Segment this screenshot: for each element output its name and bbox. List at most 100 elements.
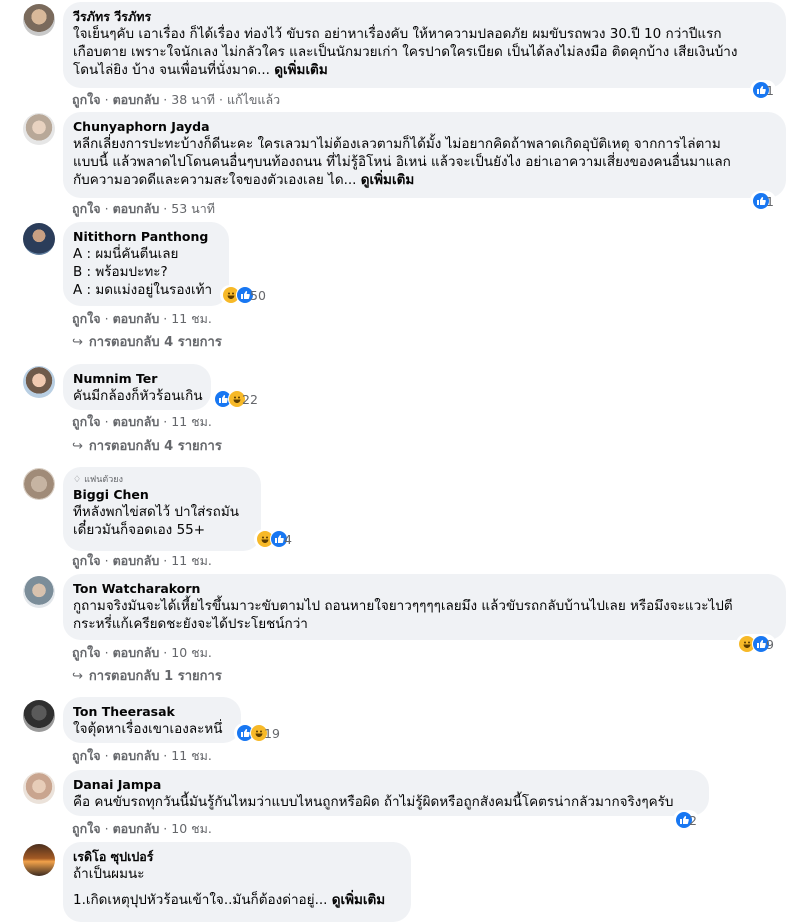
like-button[interactable]: ถูกใจ [72, 311, 101, 326]
reaction-summary[interactable]: 50 [220, 285, 268, 305]
like-button[interactable]: ถูกใจ [72, 645, 101, 660]
comment-text: A : มดแม่งอยู่ในรองเท้า [73, 282, 213, 298]
comment-bubble: วีรภัทร วีรภัทร ใจเย็นๆคับ เอาเรื่อง ก็ไ… [63, 2, 786, 88]
reply-button[interactable]: ตอบกลับ [113, 821, 160, 836]
avatar[interactable] [23, 4, 55, 36]
avatar[interactable] [23, 366, 55, 398]
comment-bubble: Nitithorn Panthong A : ผมนี่คันตีนเลย B … [63, 222, 229, 306]
like-button[interactable]: ถูกใจ [72, 201, 101, 216]
commenter-name[interactable]: Ton Theerasak [73, 704, 229, 720]
comment-text-truncated: โดนไล่ยิง บ้าง จนเพื่อนที่นั่งมาด... [73, 62, 270, 78]
separator: · [163, 645, 168, 660]
separator: · [104, 748, 109, 763]
reaction-count: 4 [284, 531, 292, 547]
reaction-count: 19 [264, 725, 280, 741]
separator: · [104, 201, 109, 216]
reaction-summary[interactable]: 22 [212, 389, 260, 409]
commenter-name[interactable]: เรดิโอ ซุปเปอร์ [73, 849, 399, 865]
reaction-count: 2 [689, 812, 697, 828]
comment-text: คันมีกล้องก็หัวร้อนเกิน [73, 388, 203, 404]
commenter-name[interactable]: Numnim Ter [73, 371, 199, 387]
comment-actions: ถูกใจ · ตอบกลับ · 10 ชม. [72, 645, 212, 661]
reaction-summary[interactable]: 2 [673, 810, 699, 830]
like-button[interactable]: ถูกใจ [72, 748, 101, 763]
reply-button[interactable]: ตอบกลับ [113, 645, 160, 660]
timestamp[interactable]: 10 ชม. [171, 821, 212, 836]
reaction-summary[interactable]: 1 [750, 80, 776, 100]
comment-bubble: ♢ แฟนตัวยง Biggi Chen ทีหลังพกไข่สดไว้ ปา… [63, 467, 261, 551]
timestamp[interactable]: 53 นาที [171, 201, 215, 216]
reply-button[interactable]: ตอบกลับ [113, 748, 160, 763]
comment-text: ถ้าเป็นผมนะ [73, 866, 145, 882]
timestamp[interactable]: 10 ชม. [171, 645, 212, 660]
comment-actions: ถูกใจ · ตอบกลับ · 10 ชม. [72, 821, 212, 837]
separator: · [163, 92, 168, 107]
reply-button[interactable]: ตอบกลับ [113, 311, 160, 326]
reply-arrow-icon: ↪ [72, 669, 83, 684]
separator: · [104, 821, 109, 836]
reply-button[interactable]: ตอบกลับ [113, 553, 160, 568]
separator: · [104, 553, 109, 568]
reaction-count: 22 [242, 391, 258, 407]
view-replies-link[interactable]: ↪ การตอบกลับ 4 รายการ [72, 334, 222, 352]
comment-text: B : พร้อมปะทะ? [73, 264, 168, 280]
commenter-name[interactable]: Biggi Chen [73, 487, 249, 503]
avatar[interactable] [23, 113, 55, 145]
like-button[interactable]: ถูกใจ [72, 553, 101, 568]
replies-count: การตอบกลับ 4 รายการ [88, 439, 222, 454]
separator: · [163, 414, 168, 429]
comment-bubble: เรดิโอ ซุปเปอร์ ถ้าเป็นผมนะ 1.เกิดเหตุปุ… [63, 842, 411, 922]
comment-text: เกือบตาย เพราะใจนักเลง ไม่กลัวใคร และเป็… [73, 44, 738, 60]
separator: · [104, 311, 109, 326]
see-more-link[interactable]: ดูเพิ่มเติม [332, 892, 385, 908]
replies-count: การตอบกลับ 1 รายการ [88, 669, 222, 684]
reaction-count: 50 [250, 287, 266, 303]
comment-text: ใจตุ้ดหาเรื่องเขาเองละหนึ่ [73, 721, 223, 737]
reply-arrow-icon: ↪ [72, 335, 83, 350]
top-fan-badge: ♢ แฟนตัวยง [73, 474, 249, 486]
comment-actions: ถูกใจ · ตอบกลับ · 11 ชม. [72, 553, 212, 569]
see-more-link[interactable]: ดูเพิ่มเติม [361, 172, 414, 188]
separator: · [163, 821, 168, 836]
avatar[interactable] [23, 468, 55, 500]
comment-text: ใจเย็นๆคับ เอาเรื่อง ก็ได้เรื่อง ท่องไว้… [73, 26, 722, 42]
timestamp[interactable]: 11 ชม. [171, 311, 212, 326]
timestamp[interactable]: 11 ชม. [171, 748, 212, 763]
separator: · [163, 553, 168, 568]
reaction-summary[interactable]: 4 [254, 529, 294, 549]
like-button[interactable]: ถูกใจ [72, 92, 101, 107]
comment-actions: ถูกใจ · ตอบกลับ · 11 ชม. [72, 414, 212, 430]
avatar[interactable] [23, 844, 55, 876]
reaction-summary[interactable]: 9 [736, 634, 776, 654]
separator: · [163, 311, 168, 326]
like-button[interactable]: ถูกใจ [72, 414, 101, 429]
reaction-summary[interactable]: 19 [234, 723, 282, 743]
view-replies-link[interactable]: ↪ การตอบกลับ 1 รายการ [72, 668, 222, 686]
comment-text-truncated: กับความอวดดีและความสะใจของตัวเองเลย ได..… [73, 172, 357, 188]
reply-button[interactable]: ตอบกลับ [113, 201, 160, 216]
see-more-link[interactable]: ดูเพิ่มเติม [274, 62, 327, 78]
commenter-name[interactable]: Chunyaphorn Jayda [73, 119, 774, 135]
like-button[interactable]: ถูกใจ [72, 821, 101, 836]
timestamp[interactable]: 38 นาที [171, 92, 215, 107]
comment-text [73, 883, 399, 891]
commenter-name[interactable]: Danai Jampa [73, 777, 697, 793]
comment-text: กระหรี่แก้เครียดชะยังจะได้ประโยชน์กว่า [73, 616, 308, 632]
commenter-name[interactable]: วีรภัทร วีรภัทร [73, 9, 774, 25]
timestamp[interactable]: 11 ชม. [171, 414, 212, 429]
comment-bubble: Ton Theerasak ใจตุ้ดหาเรื่องเขาเองละหนึ่ [63, 697, 241, 743]
top-fan-label: แฟนตัวยง [84, 475, 123, 485]
timestamp[interactable]: 11 ชม. [171, 553, 212, 568]
avatar[interactable] [23, 223, 55, 255]
comment-text: แบบนี้ แล้วพลาดไปโดนคนอื่นๆบนท้องถนน ที่… [73, 154, 731, 170]
commenter-name[interactable]: Ton Watcharakorn [73, 581, 774, 597]
reply-button[interactable]: ตอบกลับ [113, 414, 160, 429]
avatar[interactable] [23, 772, 55, 804]
commenter-name[interactable]: Nitithorn Panthong [73, 229, 217, 245]
avatar[interactable] [23, 700, 55, 732]
reply-button[interactable]: ตอบกลับ [113, 92, 160, 107]
reaction-summary[interactable]: 1 [750, 191, 776, 211]
comment-text: 1.เกิดเหตุปุปหัวร้อนเข้าใจ..มันก็ต้องด่า… [73, 891, 399, 909]
view-replies-link[interactable]: ↪ การตอบกลับ 4 รายการ [72, 438, 222, 456]
avatar[interactable] [23, 576, 55, 608]
